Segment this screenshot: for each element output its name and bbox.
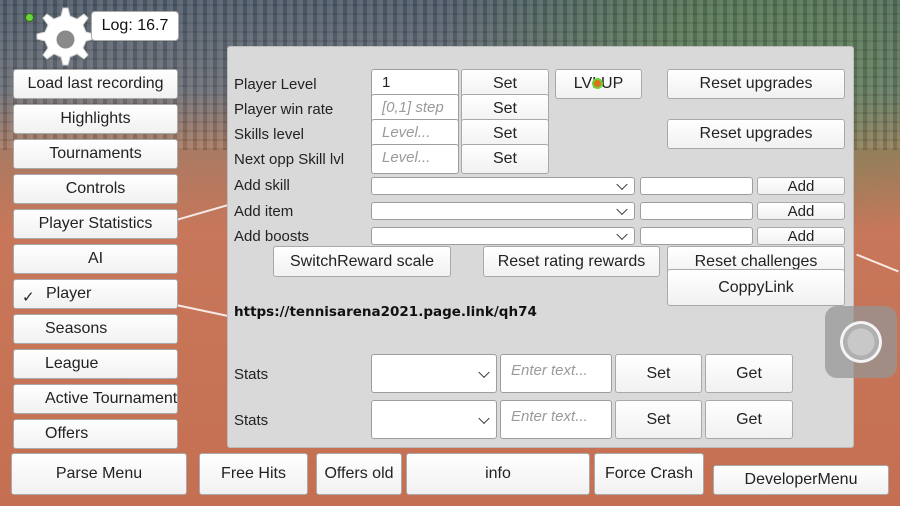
stats-set-button-2[interactable]: Set xyxy=(615,400,702,439)
add-skill-button[interactable]: Add xyxy=(757,177,845,195)
next-opp-skill-input[interactable]: Level... xyxy=(371,144,459,174)
free-hits-button[interactable]: Free Hits xyxy=(199,453,308,495)
chevron-down-icon xyxy=(616,203,628,216)
log-display: Log: 16.7 xyxy=(91,11,179,41)
next-opp-skill-set-button[interactable]: Set xyxy=(461,144,549,174)
sidebar-item-label: Player xyxy=(46,285,92,302)
chevron-down-icon xyxy=(616,178,628,191)
sidebar-item-tournaments[interactable]: Tournaments xyxy=(13,139,178,169)
add-skill-label: Add skill xyxy=(234,177,290,194)
next-opp-skill-label: Next opp Skill lvl xyxy=(234,151,345,168)
stats-select-2[interactable] xyxy=(371,400,497,439)
sidebar-item-highlights[interactable]: Highlights xyxy=(13,104,178,134)
sidebar-item-player[interactable]: Player xyxy=(13,279,178,309)
add-item-button[interactable]: Add xyxy=(757,202,845,220)
chevron-down-icon xyxy=(478,366,490,378)
chevron-down-icon xyxy=(616,228,628,241)
sidebar-item-ai[interactable]: AI xyxy=(13,244,178,274)
stats-select[interactable] xyxy=(371,354,497,393)
add-boosts-label: Add boosts xyxy=(234,228,310,245)
stats-get-button-2[interactable]: Get xyxy=(705,400,793,439)
check-icon: ✓ xyxy=(22,289,35,306)
sidebar-item-offers[interactable]: Offers xyxy=(13,419,178,449)
copy-link-button[interactable]: CoppyLink xyxy=(667,269,845,306)
reset-rating-rewards-button[interactable]: Reset rating rewards xyxy=(483,246,660,277)
chevron-down-icon xyxy=(478,412,490,424)
developer-menu-button[interactable]: DeveloperMenu xyxy=(713,465,889,495)
stats-input[interactable]: Enter text... xyxy=(500,354,612,393)
joystick-icon[interactable] xyxy=(825,306,897,378)
court-line xyxy=(856,253,899,273)
stats-get-button[interactable]: Get xyxy=(705,354,793,393)
status-dot-icon xyxy=(25,13,34,22)
sidebar-item-load-last-recording[interactable]: Load last recording xyxy=(13,69,178,99)
force-crash-button[interactable]: Force Crash xyxy=(594,453,704,495)
sidebar-item-active-tournament[interactable]: Active Tournament xyxy=(13,384,178,414)
add-skill-input[interactable] xyxy=(640,177,753,195)
add-item-label: Add item xyxy=(234,203,294,220)
add-boosts-select[interactable] xyxy=(371,227,635,245)
add-item-input[interactable] xyxy=(640,202,753,220)
switch-reward-scale-button[interactable]: SwitchReward scale xyxy=(273,246,451,277)
offers-old-button[interactable]: Offers old xyxy=(316,453,402,495)
skills-level-label: Skills level xyxy=(234,126,305,143)
stats-input-2[interactable]: Enter text... xyxy=(500,400,612,439)
add-boosts-input[interactable] xyxy=(640,227,753,245)
parse-menu-button[interactable]: Parse Menu xyxy=(11,453,187,495)
reset-upgrades-button[interactable]: Reset upgrades xyxy=(667,69,845,99)
sidebar-item-league[interactable]: League xyxy=(13,349,178,379)
sidebar-item-player-statistics[interactable]: Player Statistics xyxy=(13,209,178,239)
player-level-label: Player Level xyxy=(234,76,317,93)
sidebar-item-controls[interactable]: Controls xyxy=(13,174,178,204)
share-link-text: https://tennisarena2021.page.link/qh74 xyxy=(234,304,537,320)
add-boosts-button[interactable]: Add xyxy=(757,227,845,245)
gear-icon[interactable] xyxy=(28,2,98,72)
info-button[interactable]: info xyxy=(406,453,590,495)
sidebar-item-seasons[interactable]: Seasons xyxy=(13,314,178,344)
joystick-knob[interactable] xyxy=(840,321,882,363)
stats-label: Stats xyxy=(234,366,269,383)
touch-marker-icon xyxy=(592,78,603,89)
stats-label-2: Stats xyxy=(234,412,269,429)
reset-upgrades-button-2[interactable]: Reset upgrades xyxy=(667,119,845,149)
add-item-select[interactable] xyxy=(371,202,635,220)
stats-set-button[interactable]: Set xyxy=(615,354,702,393)
win-rate-label: Player win rate xyxy=(234,101,334,118)
add-skill-select[interactable] xyxy=(371,177,635,195)
